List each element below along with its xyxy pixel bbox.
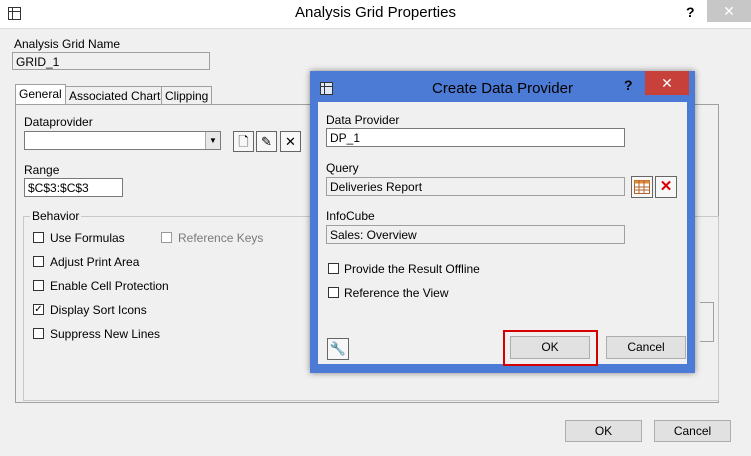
enable-cell-protection-checkbox[interactable] — [33, 280, 44, 291]
ok-button[interactable]: OK — [565, 420, 642, 442]
help-button[interactable]: ? — [624, 77, 633, 93]
edit-icon[interactable]: ✎ — [256, 131, 277, 152]
query-label: Query — [326, 161, 359, 175]
title-bar: Analysis Grid Properties ? ✕ — [0, 0, 751, 29]
data-provider-label: Data Provider — [326, 113, 400, 127]
delete-icon[interactable]: ✕ — [280, 131, 301, 152]
display-sort-icons-label: Display Sort Icons — [50, 303, 147, 317]
tab-clipping[interactable]: Clipping — [161, 86, 213, 106]
use-formulas-checkbox[interactable] — [33, 232, 44, 243]
create-data-provider-dialog: Create Data Provider ? ✕ Data Provider D… — [310, 71, 695, 373]
dataprovider-label: Dataprovider — [24, 115, 93, 129]
table-icon[interactable] — [631, 176, 653, 198]
dataprovider-select[interactable]: ▼ — [24, 131, 221, 150]
provide-result-offline-checkbox[interactable] — [328, 263, 339, 274]
settings-wrench-icon[interactable]: 🔧 — [327, 338, 349, 360]
provide-result-offline-label: Provide the Result Offline — [344, 262, 480, 276]
reference-view-label: Reference the View — [344, 286, 449, 300]
suppress-new-lines-checkbox[interactable] — [33, 328, 44, 339]
data-provider-field[interactable]: DP_1 — [326, 128, 625, 147]
adjust-print-area-checkbox[interactable] — [33, 256, 44, 267]
reference-keys-label: Reference Keys — [178, 231, 264, 245]
hidden-field-edge — [700, 302, 714, 342]
cancel-button[interactable]: Cancel — [654, 420, 731, 442]
new-document-icon[interactable]: 🗋 — [233, 131, 254, 152]
behavior-label: Behavior — [30, 209, 82, 223]
enable-cell-protection-label: Enable Cell Protection — [50, 279, 169, 293]
help-button[interactable]: ? — [686, 4, 695, 20]
dialog-body: Data Provider DP_1 Query Deliveries Repo… — [318, 102, 687, 366]
reference-keys-checkbox[interactable] — [161, 232, 172, 243]
infocube-label: InfoCube — [326, 209, 375, 223]
range-label: Range — [24, 163, 60, 177]
dialog-title: Create Data Provider — [432, 80, 573, 97]
adjust-print-area-label: Adjust Print Area — [50, 255, 140, 269]
query-field[interactable]: Deliveries Report — [326, 177, 625, 196]
close-button[interactable]: ✕ — [645, 71, 689, 95]
tab-general[interactable]: General — [15, 84, 66, 106]
chevron-down-icon[interactable]: ▼ — [205, 132, 220, 149]
window-title: Analysis Grid Properties — [295, 4, 456, 21]
tab-associated-charts[interactable]: Associated Charts — [65, 86, 171, 106]
remove-query-icon[interactable]: ✕ — [655, 176, 677, 198]
range-field[interactable]: $C$3:$C$3 — [24, 178, 123, 197]
display-sort-icons-checkbox[interactable]: ✓ — [33, 304, 44, 315]
use-formulas-label: Use Formulas — [50, 231, 125, 245]
suppress-new-lines-label: Suppress New Lines — [50, 327, 161, 341]
grid-name-field[interactable]: GRID_1 — [12, 52, 210, 70]
infocube-field[interactable]: Sales: Overview — [326, 225, 625, 244]
ok-button[interactable]: OK — [510, 336, 590, 359]
grid-name-label: Analysis Grid Name — [14, 37, 121, 51]
reference-view-checkbox[interactable] — [328, 287, 339, 298]
cancel-button[interactable]: Cancel — [606, 336, 686, 359]
close-button[interactable]: ✕ — [707, 0, 751, 22]
